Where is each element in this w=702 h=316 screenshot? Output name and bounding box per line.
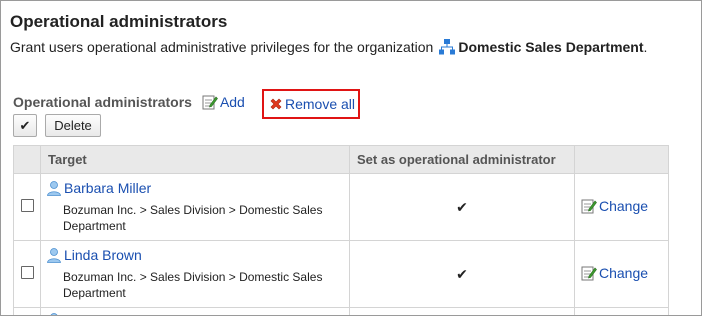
change-cell: Change (574, 240, 669, 308)
header-checkbox-col (13, 145, 41, 174)
table-row-partial (13, 307, 669, 315)
org-chart-icon (439, 39, 456, 55)
target-cell: Linda Brown Bozuman Inc. > Sales Divisio… (40, 240, 350, 308)
remove-all-highlight: Remove all (262, 89, 360, 119)
remove-all-link[interactable]: Remove all (269, 96, 355, 112)
description-text: Grant users operational administrative p… (10, 39, 434, 55)
header-set-as-admin: Set as operational administrator (349, 145, 575, 174)
edit-add-icon (202, 95, 218, 110)
table-header-row: Target Set as operational administrator (13, 145, 669, 174)
section-header: Operational administrators Add (13, 94, 245, 110)
red-x-icon (270, 98, 282, 110)
user-line: Barbara Miller (46, 180, 341, 196)
section-label: Operational administrators (13, 94, 192, 110)
partial-cell (349, 307, 575, 315)
remove-all-label: Remove all (285, 96, 356, 112)
change-label: Change (599, 264, 649, 281)
toolbar: ✔ Delete (13, 114, 101, 137)
page-frame: Operational administrators Grant users o… (0, 0, 702, 316)
page-description: Grant users operational administrative p… (10, 39, 647, 55)
header-actions-col (574, 145, 669, 174)
set-as-admin-mark: ✔ (349, 173, 575, 241)
edit-icon (581, 266, 597, 280)
row-checkbox[interactable] (20, 199, 34, 212)
delete-button[interactable]: Delete (45, 114, 101, 137)
partial-cell (574, 307, 669, 315)
user-name-link[interactable]: Barbara Miller (64, 180, 151, 196)
user-icon (47, 181, 61, 196)
admin-table: Target Set as operational administrator … (13, 145, 669, 315)
check-all-button[interactable]: ✔ (13, 114, 37, 137)
header-target: Target (40, 145, 350, 174)
partial-cell (13, 307, 41, 315)
user-line: Linda Brown (46, 247, 341, 263)
add-link[interactable]: Add (202, 94, 245, 110)
change-link[interactable]: Change (581, 265, 648, 281)
set-as-admin-mark: ✔ (349, 240, 575, 308)
table-row: Linda Brown Bozuman Inc. > Sales Divisio… (13, 240, 669, 308)
add-label: Add (219, 94, 245, 110)
page-title: Operational administrators (10, 12, 228, 31)
table-row: Barbara Miller Bozuman Inc. > Sales Divi… (13, 173, 669, 241)
target-cell: Barbara Miller Bozuman Inc. > Sales Divi… (40, 173, 350, 241)
row-checkbox-cell (13, 173, 41, 241)
user-name-link[interactable]: Linda Brown (64, 247, 142, 263)
change-label: Change (599, 197, 649, 214)
org-name: Domestic Sales Department (458, 39, 644, 55)
change-link[interactable]: Change (581, 198, 648, 214)
description-suffix: . (643, 39, 648, 55)
row-checkbox[interactable] (20, 266, 34, 279)
org-path: Bozuman Inc. > Sales Division > Domestic… (63, 203, 323, 233)
edit-icon (581, 199, 597, 213)
change-cell: Change (574, 173, 669, 241)
org-path: Bozuman Inc. > Sales Division > Domestic… (63, 270, 323, 300)
partial-cell (40, 307, 350, 315)
row-checkbox-cell (13, 240, 41, 308)
user-icon (50, 313, 58, 315)
user-icon (47, 248, 61, 263)
